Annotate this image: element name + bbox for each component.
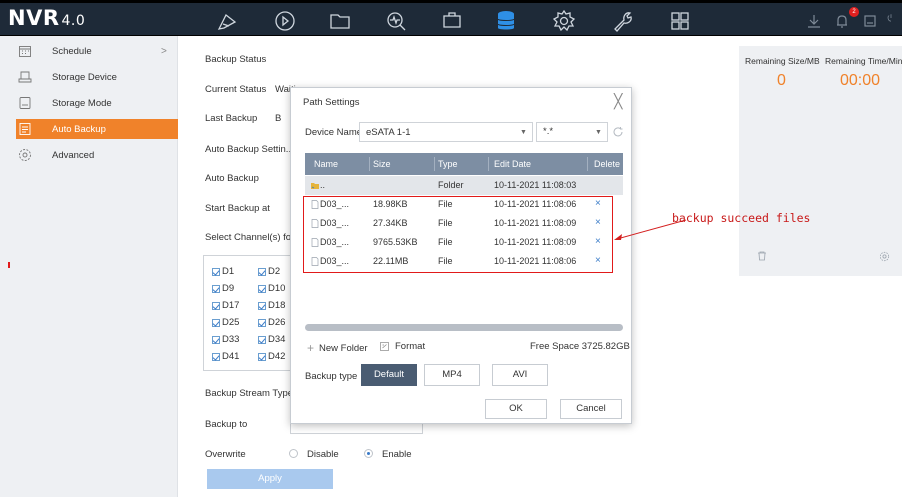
channel-checkbox-d9[interactable]: D9 [212, 283, 234, 294]
channel-selection-list: D1 D2 D9 D10 D17 D18 D25 D26 D33 D34 D41… [203, 255, 298, 371]
remaining-size-value: 0 [777, 72, 786, 89]
channel-checkbox-d17[interactable]: D17 [212, 300, 239, 311]
gear-icon [18, 148, 32, 162]
dialog-title: Path Settings [303, 97, 360, 108]
channel-checkbox-d42[interactable]: D42 [258, 351, 285, 362]
table-row[interactable]: .. Folder 10-11-2021 11:08:03 [305, 176, 623, 195]
sidebar-item-storage-mode[interactable]: Storage Mode [18, 93, 178, 113]
smart-icon[interactable] [384, 9, 408, 33]
last-backup-value: B [275, 113, 282, 124]
channel-checkbox-d18[interactable]: D18 [258, 300, 285, 311]
select-channels-label: Select Channel(s) for E [205, 232, 304, 243]
overwrite-enable-radio[interactable] [364, 449, 373, 458]
config-icon[interactable] [440, 9, 464, 33]
trash-icon[interactable] [757, 251, 767, 261]
download-icon[interactable] [806, 13, 822, 29]
sidebar-item-schedule[interactable]: Schedule > [18, 41, 178, 61]
channel-checkbox-d1[interactable]: D1 [212, 266, 234, 277]
format-icon [380, 342, 389, 351]
sidebar-item-storage-device[interactable]: Storage Device [18, 67, 178, 87]
overwrite-disable-label: Disable [307, 449, 339, 460]
playback-icon[interactable] [273, 9, 297, 33]
backup-type-default[interactable]: Default [361, 364, 417, 386]
settings-icon[interactable] [552, 9, 576, 33]
power-icon[interactable] [886, 13, 896, 29]
ok-button[interactable]: OK [485, 399, 547, 419]
close-icon[interactable]: ╳ [614, 94, 622, 108]
auto-backup-settings-heading: Auto Backup Settin... [205, 144, 294, 155]
column-size[interactable]: Size [373, 159, 391, 169]
channel-checkbox-d2[interactable]: D2 [258, 266, 280, 277]
chevron-right-icon: > [161, 45, 167, 57]
alarm-icon[interactable] [834, 13, 850, 29]
remaining-size-label: Remaining Size/MB [745, 56, 820, 66]
overwrite-label: Overwrite [205, 449, 246, 460]
device-name-label: Device Name [305, 127, 363, 138]
auto-backup-label: Auto Backup [205, 173, 259, 184]
remaining-time-value: 00:00 [840, 72, 881, 89]
column-type[interactable]: Type [438, 159, 458, 169]
mode-icon [18, 96, 32, 110]
refresh-icon[interactable] [612, 126, 624, 138]
folder-icon [311, 181, 319, 190]
top-navigation-bar: NVR 4.0 2 [0, 0, 902, 36]
backup-icon [18, 122, 32, 136]
red-mark [8, 262, 10, 268]
backup-type-avi[interactable]: AVI [492, 364, 548, 386]
backup-type-label: Backup type [305, 371, 358, 382]
preview-icon[interactable] [215, 9, 239, 33]
free-space-label: Free Space 3725.82GB [530, 341, 630, 352]
backup-type-mp4[interactable]: MP4 [424, 364, 480, 386]
calendar-icon [18, 44, 32, 58]
sidebar-item-advanced[interactable]: Advanced [18, 145, 178, 165]
backup-status-heading: Backup Status [205, 54, 267, 65]
new-folder-button[interactable]: + New Folder [307, 341, 368, 355]
current-status-label: Current Status [205, 84, 267, 95]
channel-checkbox-d25[interactable]: D25 [212, 317, 239, 328]
app-logo: NVR 4.0 [8, 6, 86, 30]
maintenance-icon[interactable] [611, 9, 635, 33]
horizontal-scrollbar[interactable] [305, 324, 623, 331]
channel-checkbox-d26[interactable]: D26 [258, 317, 285, 328]
file-icon[interactable] [328, 9, 352, 33]
plus-icon: + [307, 341, 315, 355]
storage-icon[interactable] [494, 9, 518, 33]
column-edit-date[interactable]: Edit Date [494, 159, 531, 169]
overwrite-disable-radio[interactable] [289, 449, 298, 458]
chevron-down-icon: ▼ [595, 129, 602, 136]
notification-badge: 2 [849, 7, 859, 17]
overwrite-enable-label: Enable [382, 449, 412, 460]
annotation-label: backup succeed files [672, 211, 811, 225]
settings-gear-icon[interactable] [879, 251, 890, 262]
apply-button[interactable]: Apply [207, 469, 333, 489]
left-sidebar: Schedule > Storage Device Storage Mode A… [0, 36, 178, 497]
layout-icon[interactable] [668, 9, 692, 33]
cancel-button[interactable]: Cancel [560, 399, 622, 419]
backup-stream-type-label: Backup Stream Type [205, 388, 294, 399]
disk-icon[interactable] [862, 13, 878, 29]
channel-checkbox-d41[interactable]: D41 [212, 351, 239, 362]
backup-to-label: Backup to [205, 419, 248, 430]
file-type-filter-select[interactable]: *.* ▼ [536, 122, 608, 142]
chevron-down-icon: ▼ [520, 129, 527, 136]
file-table-header: Name Size Type Edit Date Delete [305, 153, 623, 175]
remaining-time-label: Remaining Time/Min [825, 56, 902, 66]
column-delete: Delete [594, 159, 621, 169]
channel-checkbox-d33[interactable]: D33 [212, 334, 239, 345]
device-name-select[interactable]: eSATA 1-1 ▼ [359, 122, 533, 142]
highlight-box [303, 196, 613, 273]
backup-progress-panel: Remaining Size/MB Remaining Time/Min 0 0… [739, 46, 902, 276]
channel-checkbox-d10[interactable]: D10 [258, 283, 285, 294]
column-name[interactable]: Name [314, 159, 338, 169]
hdd-icon [18, 70, 32, 84]
channel-checkbox-d34[interactable]: D34 [258, 334, 285, 345]
format-button[interactable]: Format [380, 341, 425, 352]
start-backup-label: Start Backup at [205, 203, 270, 214]
sidebar-item-auto-backup[interactable]: Auto Backup [16, 119, 178, 139]
last-backup-label: Last Backup [205, 113, 258, 124]
